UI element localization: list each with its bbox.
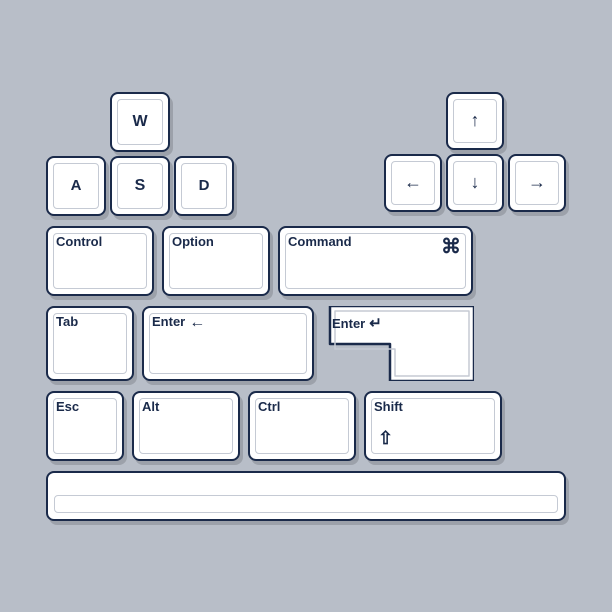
key-ctrl-label: Ctrl [258,399,280,414]
key-a-label: A [71,177,82,194]
shift-symbol: ⇧ [378,428,393,449]
key-esc-label: Esc [56,399,79,414]
key-option[interactable]: Option [162,226,270,296]
row-esc-shift: Esc Alt Ctrl Shift ⇧ [46,391,566,461]
row-tab-enter: Tab Enter ← Enter↵ [46,306,566,381]
key-shift-label: Shift [374,399,403,414]
arrow-right-icon: → [528,172,546,193]
key-arrow-left[interactable]: ← [384,154,442,212]
key-w-label: W [132,113,147,131]
command-symbol: ⌘ [441,234,461,259]
key-d[interactable]: D [174,156,234,216]
enter-big-arrow: ↵ [369,315,382,332]
key-command-label: Command [288,234,352,249]
arrow-up-icon: ↑ [471,110,480,131]
key-arrow-down[interactable]: ↓ [446,154,504,212]
enter-arrow-icon: ← [189,314,205,332]
key-arrow-up[interactable]: ↑ [446,92,504,150]
key-a[interactable]: A [46,156,106,216]
arrow-down-icon: ↓ [471,172,480,193]
key-s-label: S [135,177,146,195]
key-enter-small[interactable]: Enter ← [142,306,314,381]
wasd-group: W A S D [46,92,234,216]
key-tab-label: Tab [56,314,78,329]
keyboard-layout: W A S D ↑ [46,92,566,521]
key-spacebar[interactable] [46,471,566,521]
key-control-label: Control [56,234,102,249]
key-control[interactable]: Control [46,226,154,296]
key-enter-small-label: Enter [152,314,185,329]
key-tab[interactable]: Tab [46,306,134,381]
key-ctrl[interactable]: Ctrl [248,391,356,461]
row-wasd-arrows: W A S D ↑ [46,92,566,216]
row-modifiers: Control Option Command ⌘ [46,226,566,296]
key-alt[interactable]: Alt [132,391,240,461]
key-s[interactable]: S [110,156,170,216]
key-d-label: D [199,177,210,194]
arrow-keys-group: ↑ ← ↓ → [384,92,566,212]
key-esc[interactable]: Esc [46,391,124,461]
key-w[interactable]: W [110,92,170,152]
row-spacebar [46,471,566,521]
key-alt-label: Alt [142,399,159,414]
key-enter-big[interactable]: Enter↵ [322,306,474,381]
key-arrow-right[interactable]: → [508,154,566,212]
arrow-left-icon: ← [404,172,422,193]
enter-big-label: Enter↵ [332,314,382,332]
key-command[interactable]: Command ⌘ [278,226,473,296]
key-shift[interactable]: Shift ⇧ [364,391,502,461]
key-option-label: Option [172,234,214,249]
